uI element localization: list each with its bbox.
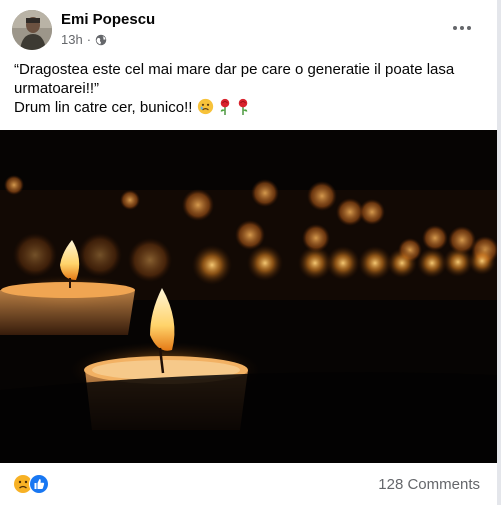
more-icon bbox=[453, 26, 457, 30]
scrollbar-track[interactable] bbox=[497, 0, 501, 505]
meta-separator: · bbox=[86, 32, 92, 47]
caption-quote: “Dragostea este cel mai mare dar pe care… bbox=[14, 61, 455, 97]
post-meta: 13h · bbox=[61, 32, 107, 47]
post-header: Emi Popescu 13h · bbox=[0, 0, 501, 56]
post-footer: 128 Comments bbox=[0, 463, 497, 505]
facebook-post: Emi Popescu 13h · “Dragostea este cel ma… bbox=[0, 0, 501, 505]
avatar-photo bbox=[12, 10, 52, 50]
author-name[interactable]: Emi Popescu bbox=[61, 11, 155, 28]
comments-count[interactable]: 128 Comments bbox=[378, 476, 480, 493]
rose-emoji bbox=[220, 98, 229, 115]
reaction-summary[interactable] bbox=[12, 473, 52, 495]
post-photo[interactable] bbox=[0, 130, 497, 463]
post-time[interactable]: 13h bbox=[61, 32, 83, 47]
author-avatar[interactable] bbox=[12, 10, 52, 50]
candles-photo bbox=[0, 130, 497, 463]
sad-face-emoji bbox=[197, 98, 213, 115]
more-icon-dot bbox=[467, 26, 471, 30]
reaction-icons bbox=[14, 474, 49, 494]
more-icon-dot bbox=[460, 26, 464, 30]
rose-emoji bbox=[238, 98, 248, 115]
more-options-button[interactable] bbox=[444, 14, 480, 42]
post-caption: “Dragostea este cel mai mare dar pe care… bbox=[14, 60, 484, 117]
caption-line: Drum lin catre cer, bunico!! bbox=[14, 98, 484, 117]
caption-text: Drum lin catre cer, bunico!! bbox=[14, 99, 193, 116]
globe-icon[interactable] bbox=[95, 34, 107, 46]
